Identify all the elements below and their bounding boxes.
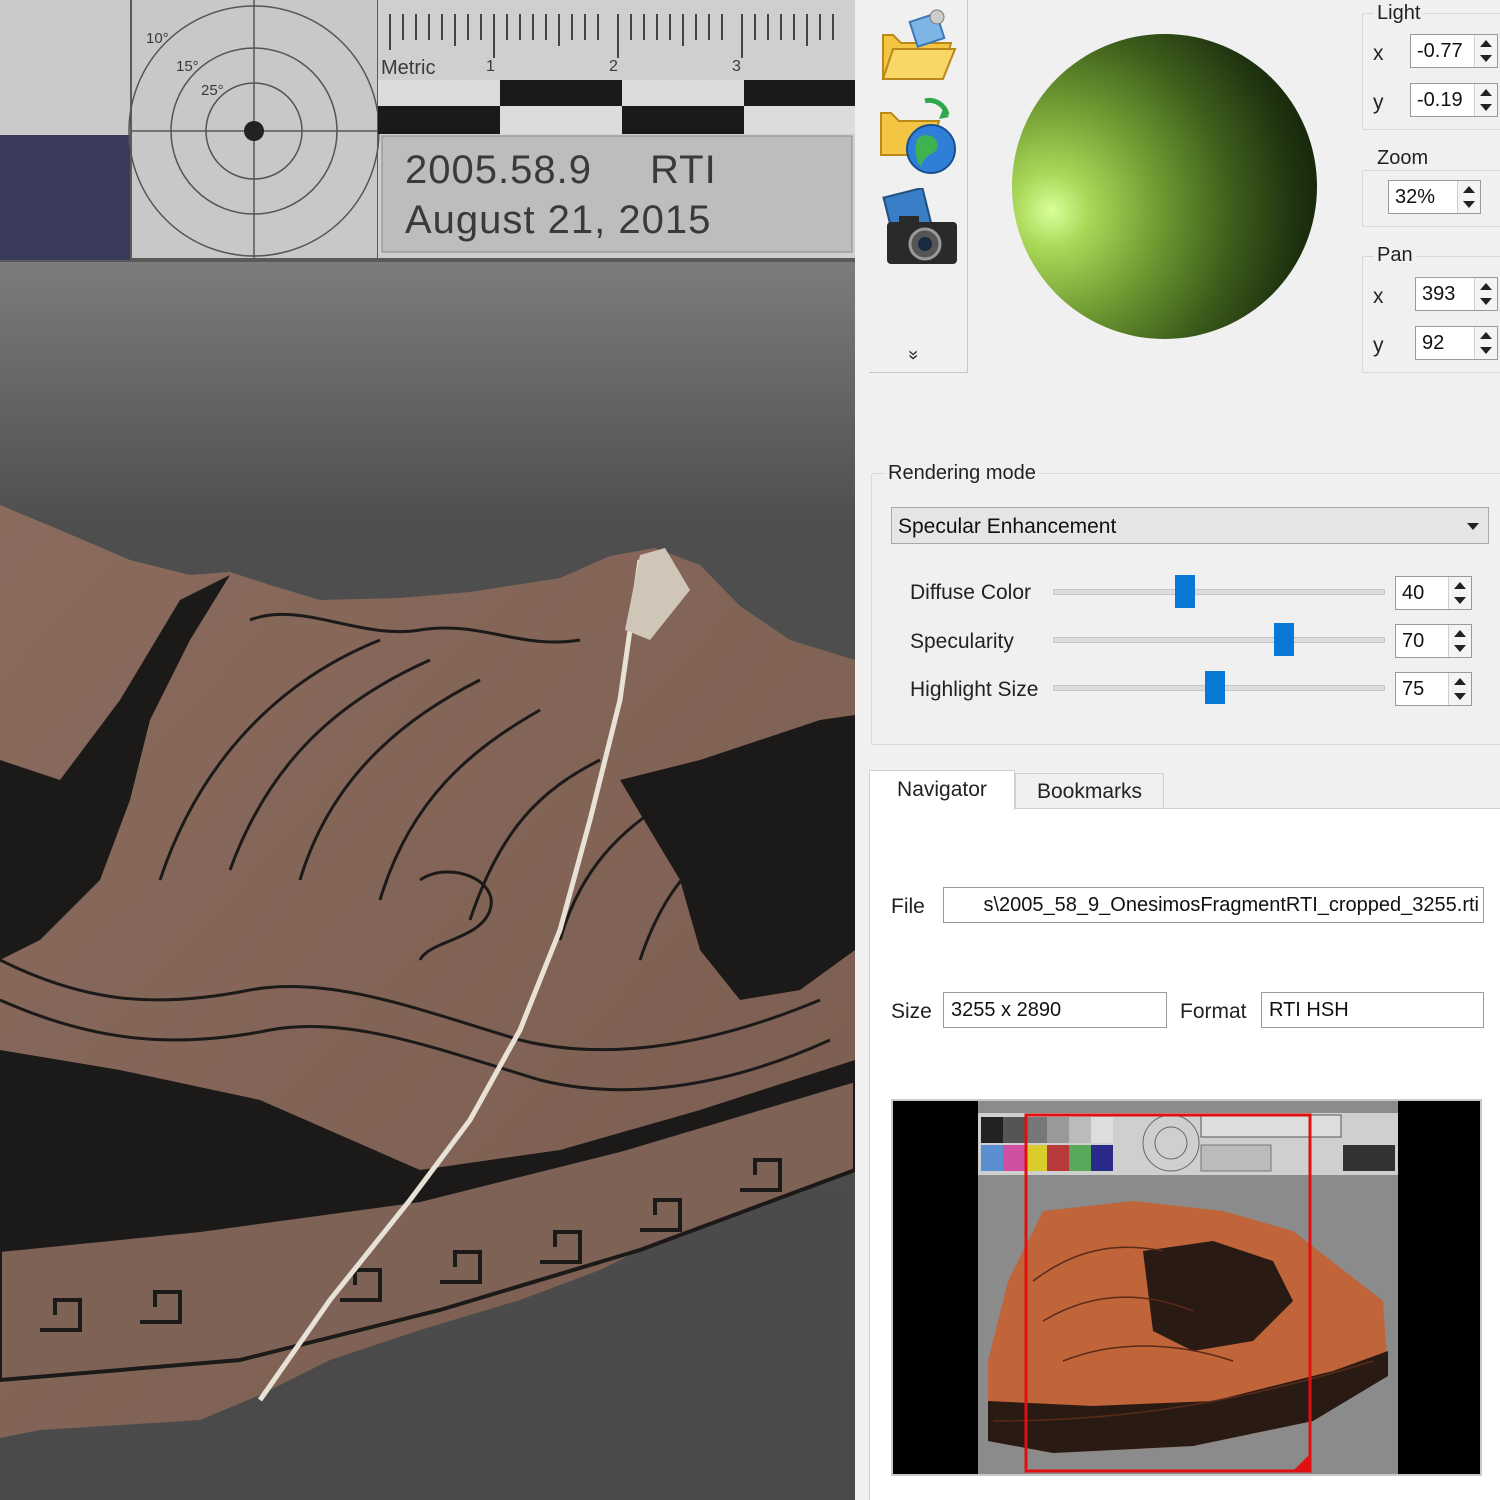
file-path-value: s\2005_58_9_OnesimosFragmentRTI_cropped_… bbox=[983, 894, 1480, 916]
rendering-title: Rendering mode bbox=[885, 462, 1039, 485]
zoom-title: Zoom bbox=[1374, 147, 1432, 170]
light-y-value: -0.19 bbox=[1417, 89, 1463, 111]
tab-navigator-label: Navigator bbox=[897, 778, 987, 801]
navigator-thumbnail[interactable] bbox=[891, 1099, 1482, 1476]
spin-arrows-icon[interactable] bbox=[1474, 278, 1497, 310]
light-title: Light bbox=[1374, 2, 1424, 25]
tab-bookmarks[interactable]: Bookmarks bbox=[1015, 773, 1164, 809]
diffuse-color-label: Diffuse Color bbox=[910, 581, 1031, 604]
light-x-spinbox[interactable]: -0.77 bbox=[1410, 34, 1498, 68]
specularity-handle[interactable] bbox=[1274, 623, 1294, 656]
file-label: File bbox=[891, 895, 925, 918]
size-field[interactable]: 3255 x 2890 bbox=[943, 992, 1167, 1028]
tab-navigator[interactable]: Navigator bbox=[869, 770, 1015, 810]
panel-splitter[interactable] bbox=[855, 0, 869, 1500]
specularity-track[interactable] bbox=[1053, 637, 1385, 643]
file-path-field[interactable]: s\2005_58_9_OnesimosFragmentRTI_cropped_… bbox=[943, 887, 1484, 923]
spin-arrows-icon[interactable] bbox=[1448, 625, 1471, 657]
light-x-value: -0.77 bbox=[1417, 40, 1463, 62]
tab-bookmarks-label: Bookmarks bbox=[1036, 780, 1143, 803]
light-y-spinbox[interactable]: -0.19 bbox=[1410, 83, 1498, 117]
spin-arrows-icon[interactable] bbox=[1474, 84, 1497, 116]
spin-arrows-icon[interactable] bbox=[1474, 327, 1497, 359]
highlight-size-value: 75 bbox=[1402, 678, 1425, 700]
snapshot-icon[interactable] bbox=[879, 188, 959, 268]
spin-arrows-icon[interactable] bbox=[1457, 181, 1480, 213]
highlight-size-label: Highlight Size bbox=[910, 678, 1039, 701]
diffuse-color-spinbox[interactable]: 40 bbox=[1395, 576, 1472, 610]
diffuse-color-track[interactable] bbox=[1053, 589, 1385, 595]
target-angle-25: 25° bbox=[201, 82, 224, 99]
label-rti-text: RTI bbox=[650, 148, 717, 192]
target-angle-15: 15° bbox=[176, 58, 199, 75]
ruler-tick-2: 2 bbox=[609, 58, 618, 75]
open-remote-icon[interactable] bbox=[879, 95, 959, 175]
spin-arrows-icon[interactable] bbox=[1448, 673, 1471, 705]
pan-x-spinbox[interactable]: 393 bbox=[1415, 277, 1498, 311]
ruler-tick-3: 3 bbox=[732, 58, 741, 75]
light-x-label: x bbox=[1373, 42, 1384, 65]
format-label: Format bbox=[1180, 1000, 1247, 1023]
pan-y-value: 92 bbox=[1422, 332, 1445, 354]
spin-arrows-icon[interactable] bbox=[1448, 577, 1471, 609]
thumbnail-image bbox=[893, 1101, 1480, 1474]
light-y-label: y bbox=[1373, 91, 1384, 114]
pan-y-label: y bbox=[1373, 334, 1384, 357]
specularity-label: Specularity bbox=[910, 630, 1014, 653]
light-direction-sphere[interactable] bbox=[1012, 34, 1317, 339]
pan-y-spinbox[interactable]: 92 bbox=[1415, 326, 1498, 360]
target-angle-10: 10° bbox=[146, 30, 169, 47]
label-id-text: 2005.58.9 bbox=[405, 148, 592, 192]
highlight-size-handle[interactable] bbox=[1204, 671, 1225, 704]
pan-title: Pan bbox=[1374, 244, 1416, 267]
toolbar: » bbox=[869, 0, 968, 373]
pan-x-value: 393 bbox=[1422, 283, 1456, 305]
rendering-mode-select[interactable]: Specular Enhancement bbox=[891, 507, 1489, 544]
diffuse-color-value: 40 bbox=[1402, 582, 1425, 604]
format-field[interactable]: RTI HSH bbox=[1261, 992, 1484, 1028]
highlight-size-spinbox[interactable]: 75 bbox=[1395, 672, 1472, 706]
zoom-value: 32% bbox=[1395, 186, 1436, 208]
specularity-value: 70 bbox=[1402, 630, 1425, 652]
zoom-spinbox[interactable]: 32% bbox=[1388, 180, 1481, 214]
chevron-down-icon[interactable] bbox=[1467, 523, 1479, 530]
rti-image-viewer[interactable]: 2005.58.9 RTI August 21, 2015 Metric 1 2… bbox=[0, 0, 855, 1500]
label-date-text: August 21, 2015 bbox=[405, 198, 712, 242]
ruler-tick-1: 1 bbox=[486, 58, 495, 75]
ruler-metric-text: Metric bbox=[381, 57, 436, 79]
size-label: Size bbox=[891, 1000, 932, 1023]
format-value: RTI HSH bbox=[1269, 999, 1349, 1021]
diffuse-color-handle[interactable] bbox=[1175, 575, 1195, 608]
spin-arrows-icon[interactable] bbox=[1474, 35, 1497, 67]
size-value: 3255 x 2890 bbox=[951, 999, 1062, 1021]
specularity-spinbox[interactable]: 70 bbox=[1395, 624, 1472, 658]
open-file-icon[interactable] bbox=[879, 5, 959, 85]
pan-x-label: x bbox=[1373, 285, 1384, 308]
rendering-mode-value: Specular Enhancement bbox=[898, 515, 1117, 538]
toolbar-more-icon[interactable]: » bbox=[904, 350, 924, 360]
